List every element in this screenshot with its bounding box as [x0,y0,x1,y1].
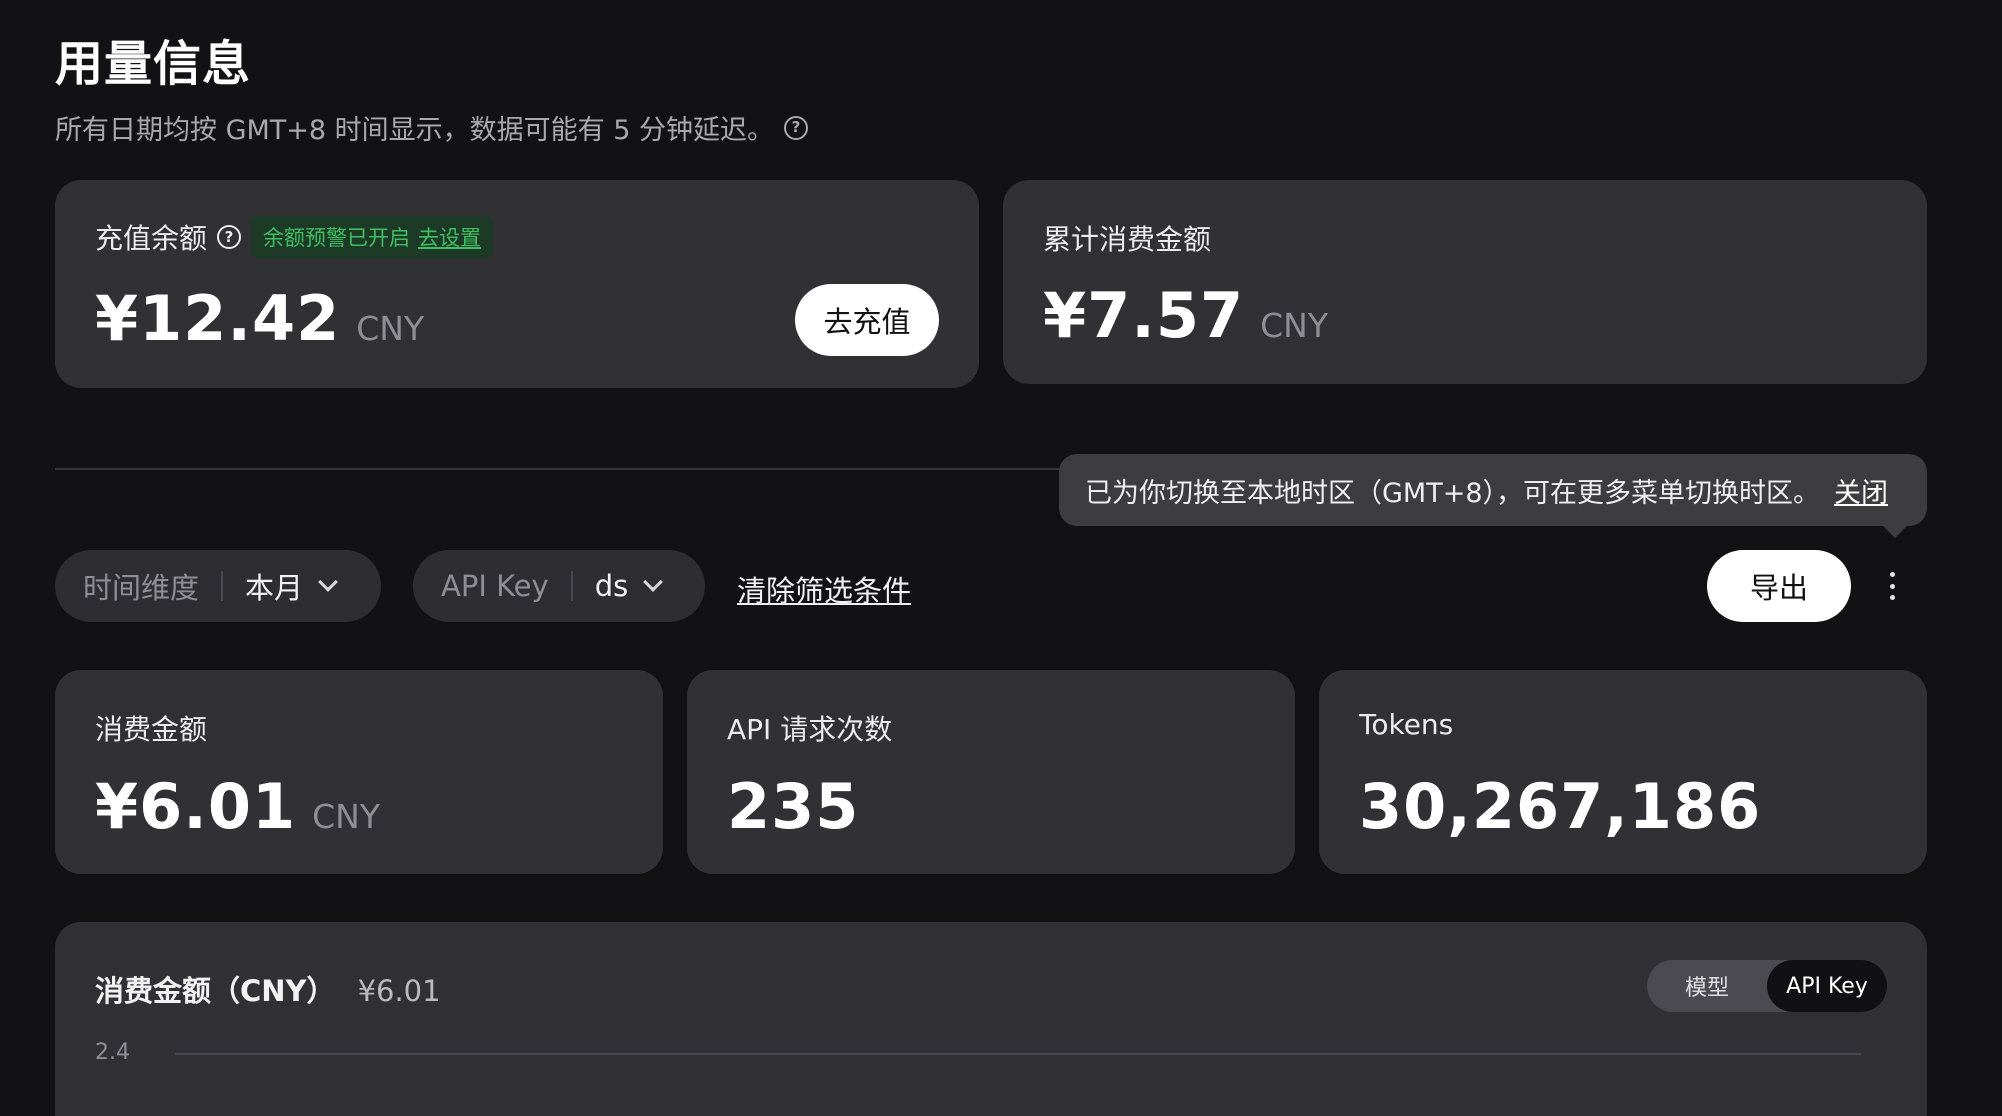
recharge-button[interactable]: 去充值 [795,284,939,356]
balance-amount: ¥12.42 [95,282,341,355]
stat-card-spend: 消费金额 ¥6.01 CNY [55,670,663,874]
balance-unit: CNY [356,309,425,348]
time-filter-value: 本月 [245,571,304,605]
api-key-filter-value: ds [594,569,629,603]
stat-label: Tokens [1359,708,1454,741]
chart-grid-line [175,1053,1861,1055]
stat-value: 30,267,186 [1359,770,1762,843]
balance-label-row: 充值余额 ? 余额预警已开启 去设置 [95,216,494,258]
total-spend-amount-row: ¥7.57 CNY [1043,279,1328,352]
stat-label: 消费金额 [95,713,208,746]
stat-card-tokens: Tokens 30,267,186 [1319,670,1927,874]
export-button[interactable]: 导出 [1707,550,1851,622]
balance-amount-row: ¥12.42 CNY [95,282,424,355]
balance-card: 充值余额 ? 余额预警已开启 去设置 ¥12.42 CNY 去充值 [55,180,979,388]
dot [1889,572,1895,577]
dot [1889,583,1895,589]
chart-group-toggle: 模型 API Key [1647,960,1887,1012]
alert-settings-link[interactable]: 去设置 [418,222,481,252]
chevron-down-icon [318,572,338,592]
subtitle-text: 所有日期均按 GMT+8 时间显示，数据可能有 5 分钟延迟。 [55,115,775,146]
y-axis-tick: 2.4 [95,1040,130,1065]
timezone-tooltip: 已为你切换至本地时区（GMT+8），可在更多菜单切换时区。 关闭 [1059,454,1927,538]
stat-value: ¥6.01 [95,770,297,843]
more-menu-icon[interactable] [1884,566,1900,606]
spend-chart-panel: 消费金额（CNY） ¥6.01 模型 API Key 2.4 [55,922,1927,1116]
tooltip-arrow [1881,524,1909,538]
tooltip-close-link[interactable]: 关闭 [1834,471,1888,510]
total-spend-label: 累计消费金额 [1043,223,1212,256]
time-filter-select[interactable]: 时间维度 本月 [55,550,381,622]
total-spend-unit: CNY [1260,306,1329,345]
help-icon[interactable]: ? [217,225,242,249]
clear-filters-link[interactable]: 清除筛选条件 [737,568,911,610]
api-key-filter-select[interactable]: API Key ds [413,550,705,622]
stat-value: 235 [727,770,860,843]
chevron-down-icon [643,572,664,592]
section-divider [55,468,1060,470]
page-subtitle: 所有日期均按 GMT+8 时间显示，数据可能有 5 分钟延迟。 ? [55,108,809,147]
total-spend-amount: ¥7.57 [1043,279,1245,352]
chart-title: 消费金额（CNY） [95,974,336,1008]
time-filter-label: 时间维度 [83,571,200,605]
stat-value-row: ¥6.01 CNY [95,770,380,843]
stat-label: API 请求次数 [727,713,893,746]
badge-text: 余额预警已开启 [263,226,411,250]
page-title: 用量信息 [55,36,252,92]
total-spend-card: 累计消费金额 ¥7.57 CNY [1003,180,1927,384]
chart-title-row: 消费金额（CNY） ¥6.01 [95,968,441,1010]
toggle-api-key[interactable]: API Key [1767,960,1887,1012]
help-icon[interactable]: ? [784,115,809,140]
dot [1889,595,1895,600]
stat-unit: CNY [312,797,381,836]
balance-alert-badge: 余额预警已开启 去设置 [251,216,494,258]
tooltip-text: 已为你切换至本地时区（GMT+8），可在更多菜单切换时区。 [1085,477,1821,509]
stat-card-requests: API 请求次数 235 [687,670,1295,874]
stat-value-row: 30,267,186 [1359,770,1761,843]
chart-total: ¥6.01 [357,974,441,1008]
toggle-model[interactable]: 模型 [1647,960,1767,1012]
balance-label: 充值余额 [95,222,208,255]
api-key-filter-label: API Key [441,569,549,603]
stat-value-row: 235 [727,770,859,843]
usage-page: 用量信息 所有日期均按 GMT+8 时间显示，数据可能有 5 分钟延迟。 ? 充… [0,0,2002,1116]
